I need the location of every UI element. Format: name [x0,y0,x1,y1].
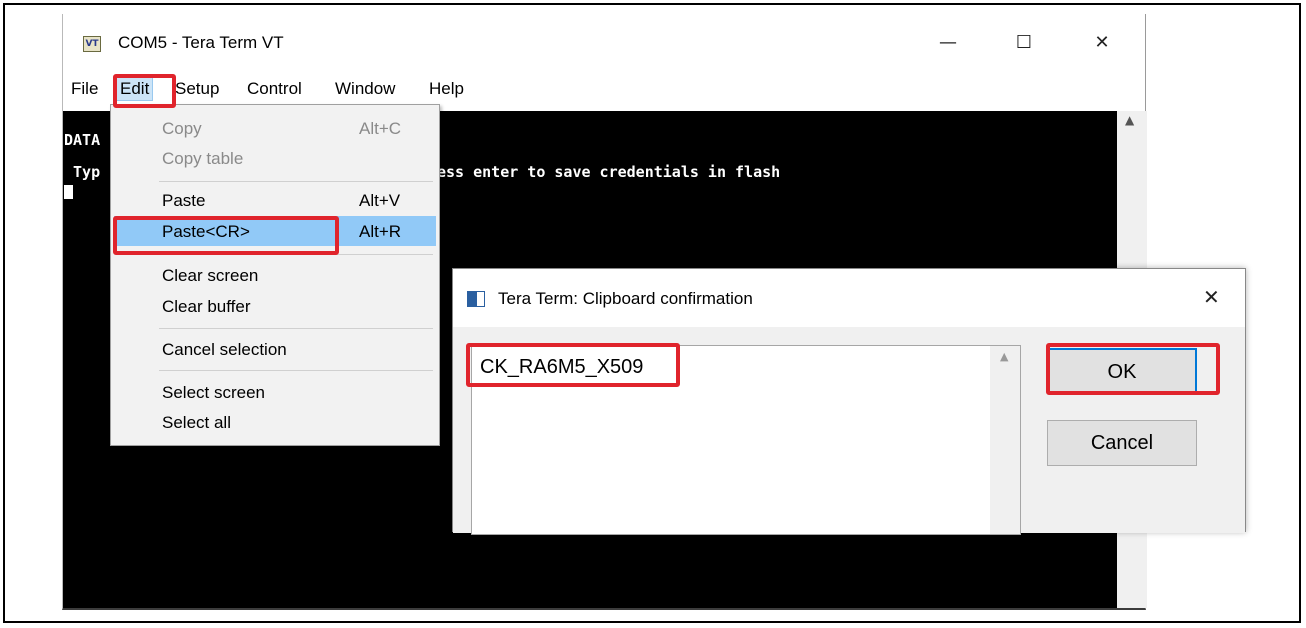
minimize-button[interactable]: — [925,28,971,58]
menu-item-label: Paste [162,191,206,210]
clipboard-confirmation-dialog: Tera Term: Clipboard confirmation ✕ CK_R… [452,268,1246,535]
terminal-line-2-left: Typ [64,163,101,181]
menu-item-label: Clear screen [162,266,259,285]
close-button[interactable]: ✕ [1079,28,1125,58]
dialog-body: CK_RA6M5_X509 ▲ OK Cancel [453,327,1245,535]
dialog-title: Tera Term: Clipboard confirmation [498,289,753,308]
menu-item-label: Select screen [162,383,265,402]
menu-item-paste[interactable]: Paste Alt+V [114,185,436,215]
tera-term-app-icon: VT [83,36,101,52]
cancel-button[interactable]: Cancel [1047,420,1197,466]
maximize-button[interactable]: ☐ [1001,28,1047,58]
menu-item-label: Select all [162,413,231,432]
menu-edit[interactable]: Edit [116,77,154,101]
menu-window[interactable]: Window [335,79,395,99]
dialog-close-icon[interactable]: ✕ [1203,285,1220,309]
menu-help[interactable]: Help [429,79,464,99]
menu-item-label: Copy table [162,149,244,168]
menu-item-label: Cancel selection [162,340,287,359]
menu-item-shortcut: Alt+C [359,119,402,138]
terminal-line-1: DATA [64,131,101,149]
menu-item-paste-cr[interactable]: Paste<CR> Alt+R [114,216,436,246]
terminal-line-2-right: ess enter to save credentials in flash [437,163,781,181]
menu-setup[interactable]: Setup [175,79,219,99]
title-bar: VT COM5 - Tera Term VT — ☐ ✕ [63,14,1145,64]
scroll-up-arrow-icon[interactable]: ▲ [1125,113,1134,127]
menu-item-shortcut: Alt+R [359,222,402,241]
menu-separator [159,370,433,371]
menu-bar: File Edit Setup Control Window Help [63,74,1145,104]
menu-item-clear-screen[interactable]: Clear screen [114,260,436,290]
menu-item-label: Paste<CR> [162,222,250,241]
menu-item-label: Clear buffer [162,297,251,316]
menu-item-shortcut: Alt+V [359,191,401,210]
menu-separator [159,181,433,182]
menu-file[interactable]: File [71,79,98,99]
dialog-window-icon [467,291,485,307]
menu-control[interactable]: Control [247,79,302,99]
ok-button[interactable]: OK [1047,348,1197,394]
menu-item-clear-buffer[interactable]: Clear buffer [114,291,436,321]
menu-item-label: Copy [162,119,202,138]
terminal-cursor [64,185,73,199]
window-title: COM5 - Tera Term VT [118,33,284,52]
text-area-scrollbar[interactable]: ▲ [990,346,1020,534]
menu-separator [159,328,433,329]
clipboard-text-area[interactable]: CK_RA6M5_X509 ▲ [471,345,1021,535]
menu-item-select-all[interactable]: Select all [114,407,436,437]
clipboard-text: CK_RA6M5_X509 [480,356,644,378]
menu-item-copy-table[interactable]: Copy table [114,143,436,173]
menu-item-select-screen[interactable]: Select screen [114,377,436,407]
scroll-up-arrow-icon[interactable]: ▲ [1000,350,1008,363]
menu-item-cancel-selection[interactable]: Cancel selection [114,334,436,364]
menu-item-copy[interactable]: Copy Alt+C [114,113,436,143]
menu-separator [159,254,433,255]
edit-menu-dropdown: Copy Alt+C Copy table Paste Alt+V Paste<… [110,104,440,446]
